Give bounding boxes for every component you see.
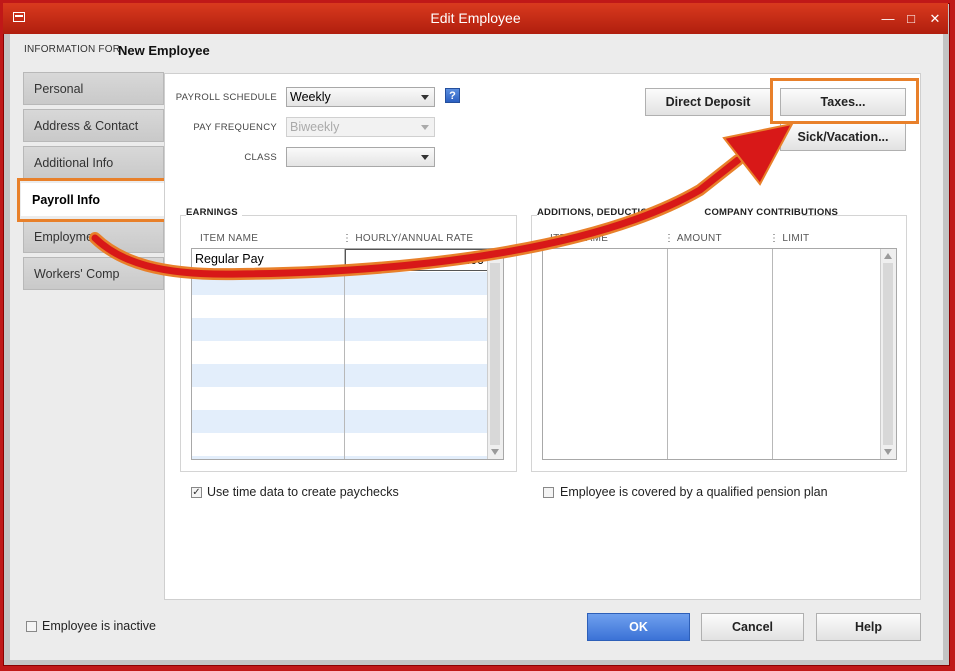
table-row[interactable]: [192, 364, 503, 387]
scroll-up-icon[interactable]: [884, 253, 892, 259]
cancel-button[interactable]: Cancel: [701, 613, 804, 641]
inactive-label[interactable]: Employee is inactive: [42, 619, 156, 633]
table-row[interactable]: Regular Pay 0.00: [192, 249, 503, 272]
employee-name: New Employee: [118, 43, 210, 58]
tab-additional-info[interactable]: Additional Info: [23, 146, 164, 179]
pay-frequency-select: Biweekly: [286, 117, 435, 137]
additions-title-tail: COMPANY CONTRIBUTIONS: [704, 207, 839, 218]
additions-col-amount[interactable]: ⋮ AMOUNT: [664, 233, 722, 244]
table-row[interactable]: [192, 341, 503, 364]
payroll-schedule-value: Weekly: [290, 90, 331, 104]
additions-col-amount-label: AMOUNT: [676, 233, 722, 244]
direct-deposit-button[interactable]: Direct Deposit: [645, 88, 771, 116]
use-time-data-checkbox[interactable]: ✓: [191, 487, 202, 498]
earnings-col-item-name[interactable]: ITEM NAME: [200, 233, 258, 244]
help-icon[interactable]: ?: [445, 88, 460, 103]
earnings-grid[interactable]: Regular Pay 0.00: [191, 248, 504, 460]
minimize-icon[interactable]: —: [877, 3, 899, 34]
table-row[interactable]: [192, 433, 503, 456]
taxes-highlight: [770, 78, 919, 124]
table-row[interactable]: [192, 318, 503, 341]
additions-scrollbar[interactable]: [880, 249, 896, 459]
additions-col-item-name[interactable]: ITEM NAME: [550, 233, 608, 244]
chevron-down-icon: [421, 95, 429, 100]
additions-col-limit[interactable]: ⋮ LIMIT: [769, 233, 809, 244]
pay-frequency-value: Biweekly: [290, 120, 340, 134]
scroll-thumb[interactable]: [883, 263, 893, 445]
tab-address-contact[interactable]: Address & Contact: [23, 109, 164, 142]
tab-employment-info[interactable]: Employme: [23, 220, 164, 253]
table-row[interactable]: [192, 456, 503, 459]
class-label: CLASS: [244, 152, 277, 163]
close-icon[interactable]: ✕: [924, 3, 946, 34]
payroll-tab-highlight: [17, 178, 168, 222]
maximize-icon[interactable]: □: [900, 3, 922, 34]
earnings-title: EARNINGS: [186, 207, 242, 218]
additions-title-text: ADDITIONS, DEDUCTIONS: [537, 207, 662, 218]
info-for-label: INFORMATION FOR: [24, 44, 121, 55]
table-row[interactable]: [192, 295, 503, 318]
earnings-item-cell[interactable]: Regular Pay: [195, 252, 264, 266]
ok-button[interactable]: OK: [587, 613, 690, 641]
title-bar: Edit Employee — □ ✕: [3, 3, 948, 34]
payroll-schedule-select[interactable]: Weekly: [286, 87, 435, 107]
pay-frequency-label: PAY FREQUENCY: [193, 122, 277, 133]
chevron-down-icon: [421, 125, 429, 130]
earnings-col-rate[interactable]: ⋮ HOURLY/ANNUAL RATE: [342, 233, 473, 244]
additions-grid[interactable]: [542, 248, 897, 460]
earnings-scrollbar[interactable]: [487, 249, 503, 459]
pension-plan-checkbox[interactable]: [543, 487, 554, 498]
use-time-data-label[interactable]: Use time data to create paychecks: [207, 485, 399, 499]
pension-plan-label[interactable]: Employee is covered by a qualified pensi…: [560, 485, 828, 499]
scroll-thumb[interactable]: [490, 263, 500, 445]
payroll-schedule-label: PAYROLL SCHEDULE: [175, 92, 277, 103]
column-divider: [667, 249, 668, 459]
column-divider: [344, 249, 345, 459]
scroll-down-icon[interactable]: [884, 449, 892, 455]
help-button[interactable]: Help: [816, 613, 921, 641]
additions-title: ADDITIONS, DEDUCTIONS COMPANY CONTRIBUTI…: [537, 207, 838, 218]
inactive-checkbox[interactable]: [26, 621, 37, 632]
table-row[interactable]: [192, 272, 503, 295]
tab-personal[interactable]: Personal: [23, 72, 164, 105]
column-divider: [772, 249, 773, 459]
chevron-down-icon: [421, 155, 429, 160]
additions-col-limit-label: LIMIT: [782, 233, 810, 244]
table-row[interactable]: [192, 387, 503, 410]
window-title: Edit Employee: [430, 10, 521, 26]
scroll-down-icon[interactable]: [491, 449, 499, 455]
sick-vacation-button[interactable]: Sick/Vacation...: [780, 123, 906, 151]
tab-workers-comp[interactable]: Workers' Comp: [23, 257, 164, 290]
earnings-col-rate-label: HOURLY/ANNUAL RATE: [355, 233, 474, 244]
earnings-rate-cell[interactable]: 0.00: [345, 249, 488, 271]
class-select[interactable]: [286, 147, 435, 167]
checkmark-icon: ✓: [192, 487, 201, 498]
window-menu-icon[interactable]: [13, 12, 25, 22]
scroll-up-icon[interactable]: [491, 253, 499, 259]
table-row[interactable]: [192, 410, 503, 433]
